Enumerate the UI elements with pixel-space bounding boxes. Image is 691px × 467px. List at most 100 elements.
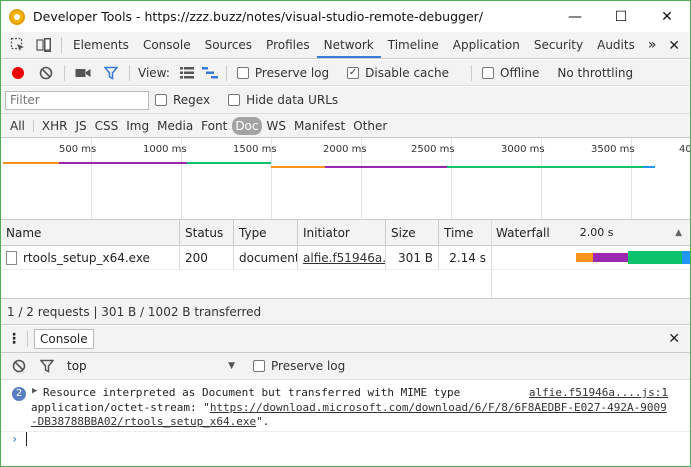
tab-timeline[interactable]: Timeline bbox=[381, 32, 446, 58]
overview-tick-label: 2500 ms bbox=[411, 144, 455, 155]
request-time-value: 2.14 s bbox=[449, 250, 486, 265]
throttling-select[interactable]: No throttling bbox=[557, 66, 633, 80]
regex-option[interactable]: Regex bbox=[155, 93, 216, 107]
tab-audits[interactable]: Audits bbox=[590, 32, 642, 58]
console-prompt-icon: › bbox=[11, 432, 19, 446]
toolbar-separator bbox=[471, 64, 472, 81]
drawer-tab-console[interactable]: Console bbox=[34, 329, 94, 349]
filter-input[interactable] bbox=[5, 90, 149, 110]
type-filter-css[interactable]: CSS bbox=[92, 117, 122, 135]
drawer-menu-icon[interactable]: ⋮ bbox=[1, 331, 27, 347]
minimize-button[interactable]: — bbox=[552, 1, 598, 32]
hide-data-urls-option[interactable]: Hide data URLs bbox=[228, 93, 344, 107]
overview-tick-label: 1000 ms bbox=[143, 144, 187, 155]
preserve-log-option[interactable]: Preserve log bbox=[236, 66, 335, 80]
message-source-link[interactable]: alfie.f51946a....js:1 bbox=[529, 386, 668, 399]
window-title: Developer Tools - https://zzz.buzz/notes… bbox=[33, 9, 484, 24]
toolbar-separator bbox=[225, 64, 227, 81]
type-filter-js[interactable]: JS bbox=[72, 117, 89, 135]
tab-profiles[interactable]: Profiles bbox=[259, 32, 317, 58]
tab-security[interactable]: Security bbox=[527, 32, 590, 58]
record-button[interactable] bbox=[12, 66, 24, 79]
inspect-element-icon[interactable] bbox=[5, 32, 31, 58]
column-header-name[interactable]: Name bbox=[1, 220, 180, 245]
large-rows-icon[interactable] bbox=[176, 61, 198, 85]
column-header-size[interactable]: Size bbox=[386, 220, 439, 245]
console-input[interactable] bbox=[26, 432, 27, 446]
maximize-button[interactable]: ☐ bbox=[598, 1, 644, 32]
type-filter-other[interactable]: Other bbox=[350, 117, 390, 135]
request-size: 301 B bbox=[386, 246, 439, 269]
column-header-waterfall[interactable]: Waterfall 2.00 s ▲ bbox=[492, 220, 690, 245]
offline-checkbox[interactable] bbox=[482, 66, 494, 79]
waterfall-bar-download bbox=[628, 251, 682, 264]
message-text-line1: Resource interpreted as Document but tra… bbox=[43, 386, 461, 399]
network-summary: 1 / 2 requests | 301 B / 1002 B transfer… bbox=[1, 298, 690, 325]
offline-option[interactable]: Offline bbox=[482, 66, 545, 80]
column-header-type[interactable]: Type bbox=[234, 220, 298, 245]
overview-tick-label: 3000 ms bbox=[501, 144, 545, 155]
disable-cache-option[interactable]: ✓ Disable cache bbox=[347, 66, 455, 80]
expand-triangle-icon[interactable]: ▶ bbox=[32, 386, 37, 396]
more-tabs-button[interactable]: » bbox=[642, 37, 663, 53]
waterfall-label: Waterfall bbox=[496, 225, 550, 240]
console-preserve-log-option[interactable]: Preserve log bbox=[253, 359, 351, 373]
filter-funnel-icon[interactable] bbox=[97, 61, 125, 85]
tab-sources[interactable]: Sources bbox=[198, 32, 259, 58]
tab-console[interactable]: Console bbox=[136, 32, 198, 58]
console-preserve-log-label: Preserve log bbox=[271, 359, 346, 373]
requests-table-empty-area bbox=[1, 270, 690, 298]
waterfall-time-marker: 2.00 s bbox=[579, 226, 614, 239]
context-value: top bbox=[67, 359, 87, 373]
overview-bar-content bbox=[643, 166, 655, 168]
type-filter-doc[interactable]: Doc bbox=[232, 116, 262, 135]
download-url-link-cont[interactable]: -DB38788BBA02/rtools_setup_x64.exe bbox=[31, 415, 256, 428]
tab-elements[interactable]: Elements bbox=[66, 32, 136, 58]
clear-console-icon[interactable] bbox=[5, 354, 33, 378]
overview-bar-waiting bbox=[271, 166, 325, 168]
screenshot-camera-icon[interactable] bbox=[69, 61, 97, 85]
request-initiator[interactable]: alfie.f51946a.... bbox=[298, 246, 386, 269]
type-filter-xhr[interactable]: XHR bbox=[39, 117, 71, 135]
waterfall-overview-icon[interactable] bbox=[198, 61, 222, 85]
title-bar: Developer Tools - https://zzz.buzz/notes… bbox=[1, 1, 690, 32]
console-preserve-log-checkbox[interactable] bbox=[253, 360, 265, 372]
type-filter-font[interactable]: Font bbox=[198, 117, 230, 135]
tab-network[interactable]: Network bbox=[316, 32, 381, 58]
console-message[interactable]: 2 ▶ Resource interpreted as Document but… bbox=[1, 382, 690, 432]
console-filter-icon[interactable] bbox=[33, 354, 61, 378]
close-drawer-icon[interactable]: ✕ bbox=[668, 331, 680, 347]
message-text-line2: application/octet-stream: "https://downl… bbox=[31, 401, 667, 414]
close-devtools-icon[interactable]: ✕ bbox=[668, 38, 680, 54]
overview-tick-label: 2000 ms bbox=[323, 144, 367, 155]
device-toolbar-icon[interactable] bbox=[31, 32, 57, 58]
network-overview[interactable]: 500 ms 1000 ms 1500 ms 2000 ms 2500 ms 3… bbox=[1, 138, 690, 220]
download-url-link[interactable]: https://download.microsoft.com/download/… bbox=[210, 401, 667, 414]
clear-icon[interactable] bbox=[32, 61, 60, 85]
type-filter-media[interactable]: Media bbox=[154, 117, 196, 135]
preserve-log-checkbox[interactable] bbox=[236, 66, 249, 79]
request-name: rtools_setup_x64.exe bbox=[23, 250, 150, 265]
column-header-time[interactable]: Time bbox=[439, 220, 492, 245]
hide-data-urls-checkbox[interactable] bbox=[228, 94, 241, 106]
initiator-link[interactable]: alfie.f51946a.... bbox=[303, 251, 385, 265]
column-header-status[interactable]: Status bbox=[180, 220, 234, 245]
request-name-cell[interactable]: rtools_setup_x64.exe bbox=[1, 246, 180, 269]
column-header-initiator[interactable]: Initiator bbox=[298, 220, 386, 245]
waterfall-divider[interactable] bbox=[491, 220, 492, 298]
regex-checkbox[interactable] bbox=[155, 94, 167, 106]
disable-cache-checkbox[interactable]: ✓ bbox=[347, 66, 360, 79]
overview-bar-stalled bbox=[325, 166, 447, 168]
console-messages[interactable]: 2 ▶ Resource interpreted as Document but… bbox=[1, 380, 690, 466]
type-filter-ws[interactable]: WS bbox=[264, 117, 289, 135]
type-filter-manifest[interactable]: Manifest bbox=[291, 117, 348, 135]
type-filter-img[interactable]: Img bbox=[123, 117, 152, 135]
hide-data-urls-label: Hide data URLs bbox=[246, 93, 339, 107]
toolbar-separator bbox=[129, 64, 130, 81]
close-button[interactable]: ✕ bbox=[644, 1, 690, 32]
type-filter-all[interactable]: All bbox=[7, 117, 28, 135]
request-size-value: 301 B bbox=[398, 250, 433, 265]
tab-application[interactable]: Application bbox=[446, 32, 527, 58]
sort-arrow-icon: ▲ bbox=[675, 227, 682, 238]
execution-context-select[interactable]: top ▼ bbox=[61, 356, 241, 376]
